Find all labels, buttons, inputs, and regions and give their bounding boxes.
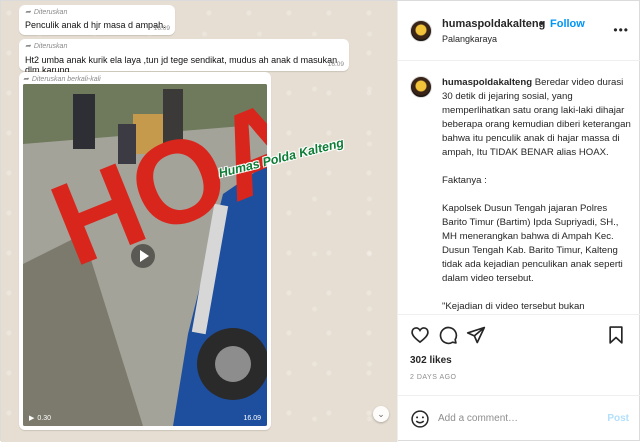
- heart-icon[interactable]: [410, 325, 430, 345]
- caption-paragraph-1: Beredar video durasi 30 detik di jejarin…: [442, 77, 631, 158]
- play-icon[interactable]: [131, 244, 155, 268]
- caption-paragraph-3: Kapolsek Dusun Tengah jajaran Polres Bar…: [442, 203, 623, 284]
- avatar[interactable]: [410, 76, 432, 98]
- caption-paragraph-4: "Kejadian di video tersebut bukan: [442, 301, 585, 312]
- video-duration: ▶ 0.30: [29, 414, 52, 423]
- forward-arrow-icon: ➦: [25, 9, 31, 16]
- caption-username[interactable]: humaspoldakalteng: [442, 77, 532, 88]
- post-actions: 302 likes 2 DAYS AGO Add a comment… Post: [398, 314, 640, 442]
- bookmark-icon[interactable]: [606, 325, 626, 345]
- header-username[interactable]: humaspoldakalteng: [442, 18, 545, 30]
- video-thumbnail[interactable]: HOAX ▶ 0.30 16.09: [23, 84, 267, 426]
- post-header: humaspoldakalteng • Follow Palangkaraya …: [398, 1, 640, 61]
- post-media[interactable]: ➦ Diteruskan Penculik anak d hjr masa d a…: [1, 1, 397, 442]
- message-text: Penculik anak d hjr masa d ampah.: [25, 20, 166, 30]
- likes-count[interactable]: 302 likes: [410, 355, 452, 366]
- forwarded-label: ➦ Diteruskan: [25, 42, 68, 51]
- chat-message-1: ➦ Diteruskan Penculik anak d hjr masa d a…: [19, 5, 175, 35]
- follow-button[interactable]: Follow: [550, 18, 585, 30]
- instagram-post: ➦ Diteruskan Penculik anak d hjr masa d a…: [0, 0, 640, 442]
- message-time: 16.09: [327, 61, 344, 68]
- forwarded-many-label: ➦ Diteruskan berkali-kali: [23, 75, 101, 84]
- avatar[interactable]: [410, 20, 432, 42]
- post-comment-button[interactable]: Post: [607, 413, 629, 424]
- forwarded-label: ➦ Diteruskan: [25, 8, 68, 17]
- comment-icon[interactable]: [438, 325, 458, 345]
- forward-arrow-icon: ➦: [25, 43, 31, 50]
- location-link[interactable]: Palangkaraya: [442, 34, 497, 44]
- caption-area: humaspoldakalteng Beredar video durasi 3…: [398, 62, 640, 314]
- comment-row: Add a comment… Post: [398, 395, 640, 442]
- message-time: 16.09: [153, 25, 170, 32]
- share-icon[interactable]: [466, 325, 486, 345]
- caption-text: humaspoldakalteng Beredar video durasi 3…: [442, 76, 632, 314]
- chat-video-message: ➦ Diteruskan berkali-kali HOAX ▶ 0.30 16…: [19, 72, 271, 430]
- forward-double-arrow-icon: ➦: [23, 76, 29, 83]
- scroll-down-icon[interactable]: ⌄: [373, 406, 389, 422]
- emoji-icon[interactable]: [410, 409, 430, 429]
- more-horizontal-icon[interactable]: •••: [613, 23, 629, 37]
- video-camera-icon: ▶: [29, 415, 35, 422]
- video-time: 16.09: [243, 415, 261, 422]
- chat-message-2: ➦ Diteruskan Ht2 umba anak kurik ela laya…: [19, 39, 349, 75]
- separator-dot: •: [540, 18, 544, 30]
- post-timestamp: 2 DAYS AGO: [410, 374, 457, 381]
- caption-paragraph-2: Faktanya :: [442, 175, 487, 186]
- post-side-panel: humaspoldakalteng • Follow Palangkaraya …: [397, 1, 640, 442]
- comment-input[interactable]: Add a comment…: [438, 413, 518, 424]
